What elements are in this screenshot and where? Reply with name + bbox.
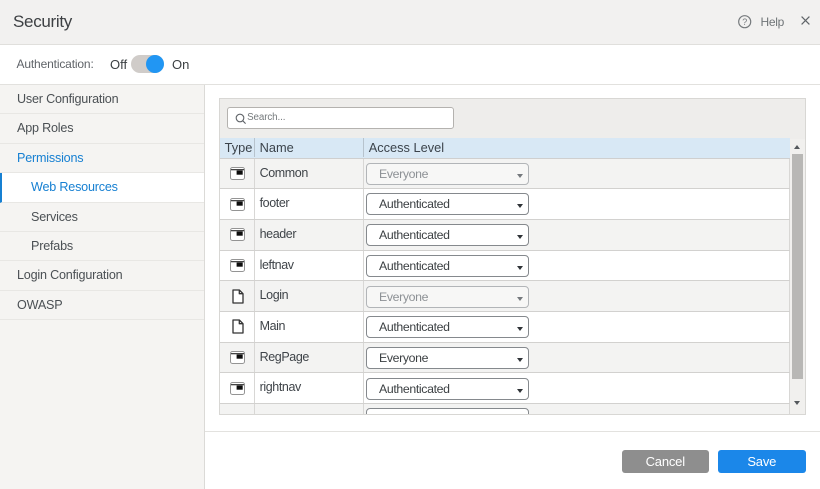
svg-text:?: ? (742, 17, 747, 27)
